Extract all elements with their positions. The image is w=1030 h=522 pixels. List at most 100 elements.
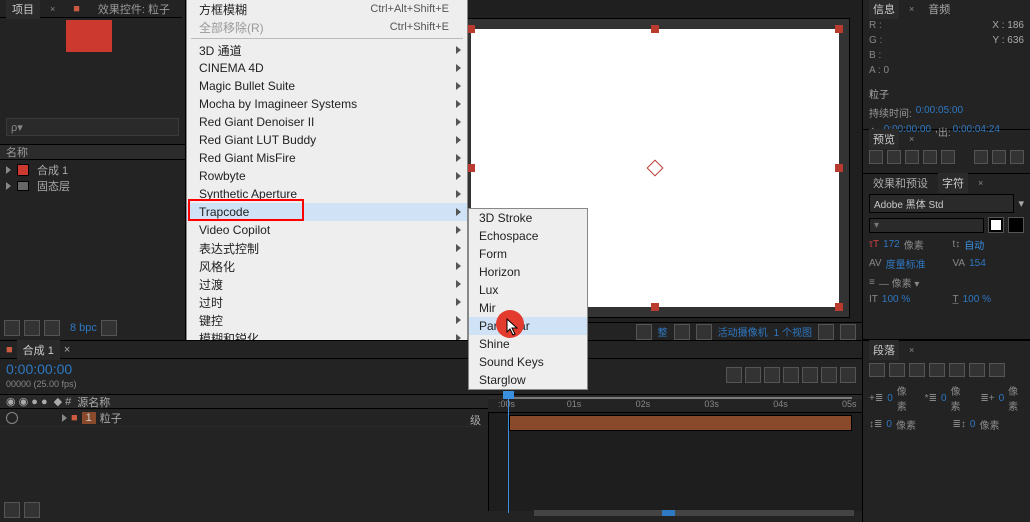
twirl-icon[interactable] (6, 182, 11, 190)
font-size-value[interactable]: 172 (883, 239, 900, 250)
effects-menu-item[interactable]: 过时 (187, 293, 467, 311)
twirl-icon[interactable] (6, 166, 11, 174)
trapcode-submenu-item[interactable]: 3D Stroke (469, 209, 587, 227)
effects-menu-item[interactable]: Trapcode (187, 203, 467, 221)
transform-handle[interactable] (467, 164, 475, 172)
effects-menu-item[interactable]: Mocha by Imagineer Systems (187, 95, 467, 113)
mute-button[interactable] (992, 150, 1006, 164)
fill-color-swatch[interactable] (988, 217, 1004, 233)
font-style-select[interactable]: ▾ (869, 218, 984, 233)
preview-tab[interactable]: 预览 (869, 129, 899, 149)
kerning-value[interactable]: 度量标准 (886, 256, 926, 271)
trapcode-submenu-item[interactable]: Particular (469, 317, 587, 335)
viewer-option-button[interactable] (818, 324, 834, 340)
vscale-value[interactable]: 100 % (882, 294, 910, 305)
close-icon[interactable]: × (44, 2, 61, 16)
transform-handle[interactable] (467, 25, 475, 33)
first-frame-button[interactable] (869, 150, 883, 164)
layer-name[interactable]: 粒子 (100, 410, 122, 426)
effects-menu-item[interactable]: 风格化 (187, 257, 467, 275)
tracking-value[interactable]: 154 (969, 258, 986, 269)
justify-last-right-button[interactable] (969, 363, 985, 377)
trapcode-submenu[interactable]: 3D StrokeEchospaceFormHorizonLuxMirParti… (468, 208, 588, 390)
effects-menu-item[interactable]: Synthetic Aperture (187, 185, 467, 203)
transform-handle[interactable] (651, 303, 659, 311)
trapcode-submenu-item[interactable]: Echospace (469, 227, 587, 245)
toggle-switches-button[interactable] (4, 502, 20, 518)
transform-handle[interactable] (835, 164, 843, 172)
interpret-footage-button[interactable] (4, 320, 20, 336)
effects-menu-item[interactable]: 过渡 (187, 275, 467, 293)
close-icon[interactable]: × (974, 176, 987, 190)
toggle-modes-button[interactable] (24, 502, 40, 518)
transform-handle[interactable] (835, 303, 843, 311)
viewer-resolution[interactable]: 整 (658, 324, 668, 339)
effects-menu-item[interactable]: Red Giant MisFire (187, 149, 467, 167)
motion-blur-button[interactable] (821, 367, 837, 383)
justify-all-button[interactable] (989, 363, 1005, 377)
info-tab[interactable]: 信息 (869, 0, 899, 19)
trapcode-submenu-item[interactable]: Sound Keys (469, 353, 587, 371)
camera-popup[interactable]: 活动摄像机 (718, 324, 768, 339)
new-folder-button[interactable] (24, 320, 40, 336)
viewer-option-button[interactable] (636, 324, 652, 340)
last-frame-button[interactable] (941, 150, 955, 164)
graph-editor-button[interactable] (840, 367, 856, 383)
draft-3d-button[interactable] (764, 367, 780, 383)
paragraph-tab[interactable]: 段落 (869, 340, 899, 360)
effects-menu-item[interactable]: Video Copilot (187, 221, 467, 239)
effects-menu-item[interactable]: 表达式控制 (187, 239, 467, 257)
prev-frame-button[interactable] (887, 150, 901, 164)
transform-handle[interactable] (835, 25, 843, 33)
time-ruler[interactable]: :00s01s02s03s04s05s (488, 399, 862, 413)
effects-presets-tab[interactable]: 效果和预设 (869, 173, 932, 193)
loop-button[interactable] (974, 150, 988, 164)
viewer-option-button[interactable] (696, 324, 712, 340)
trash-button[interactable] (101, 320, 117, 336)
effects-menu-item[interactable]: Rowbyte (187, 167, 467, 185)
effects-menu-item[interactable]: Magic Bullet Suite (187, 77, 467, 95)
effects-menu-item[interactable]: CINEMA 4D (187, 59, 467, 77)
align-right-button[interactable] (909, 363, 925, 377)
view-layout-popup[interactable]: 1 个视图 (774, 324, 812, 339)
source-name-col[interactable]: 源名称 (77, 394, 110, 410)
viewer-option-button[interactable] (674, 324, 690, 340)
leading-value[interactable]: 自动 (964, 237, 984, 252)
audio-tab[interactable]: 音频 (924, 0, 954, 19)
effects-menu-item[interactable]: 键控 (187, 311, 467, 329)
project-search-input[interactable]: ρ▾ (6, 118, 179, 136)
trapcode-submenu-item[interactable]: Horizon (469, 263, 587, 281)
effects-menu-item[interactable]: Red Giant LUT Buddy (187, 131, 467, 149)
close-icon[interactable]: × (905, 2, 918, 16)
trapcode-submenu-item[interactable]: Form (469, 245, 587, 263)
transform-handle[interactable] (651, 25, 659, 33)
play-button[interactable] (905, 150, 919, 164)
bpc-toggle[interactable]: 8 bpc (70, 322, 97, 334)
current-time-display[interactable]: 0:00:00:00 (0, 359, 83, 379)
viewer-option-button[interactable] (840, 324, 856, 340)
effects-menu-item[interactable]: 方框模糊Ctrl+Alt+Shift+E (187, 0, 467, 18)
ram-preview-button[interactable] (1010, 150, 1024, 164)
effects-menu-item[interactable]: 3D 通道 (187, 41, 467, 59)
next-frame-button[interactable] (923, 150, 937, 164)
font-family-select[interactable]: Adobe 黑体 Std (869, 194, 1014, 213)
eye-icon[interactable] (6, 412, 18, 424)
justify-last-left-button[interactable] (929, 363, 945, 377)
stroke-width-value[interactable]: — 像素 ▾ (879, 275, 920, 290)
close-icon[interactable]: × (905, 132, 918, 146)
trapcode-submenu-item[interactable]: Lux (469, 281, 587, 299)
align-center-button[interactable] (889, 363, 905, 377)
project-tab[interactable]: 项目 (6, 0, 40, 19)
frame-blend-button[interactable] (802, 367, 818, 383)
layer-duration-bar[interactable] (509, 415, 852, 431)
hscale-value[interactable]: 100 % (963, 294, 991, 305)
anchor-point-icon[interactable] (647, 160, 664, 177)
indent-right-value[interactable]: 0 (999, 393, 1005, 404)
project-row-folder[interactable]: 固态层 (0, 178, 185, 194)
justify-last-center-button[interactable] (949, 363, 965, 377)
character-tab[interactable]: 字符 (938, 173, 968, 193)
timeline-track-area[interactable] (488, 413, 862, 511)
trapcode-submenu-item[interactable]: Starglow (469, 371, 587, 389)
close-icon[interactable]: × (905, 343, 918, 357)
effect-controls-tab[interactable]: 效果控件: 粒子 (92, 0, 176, 19)
